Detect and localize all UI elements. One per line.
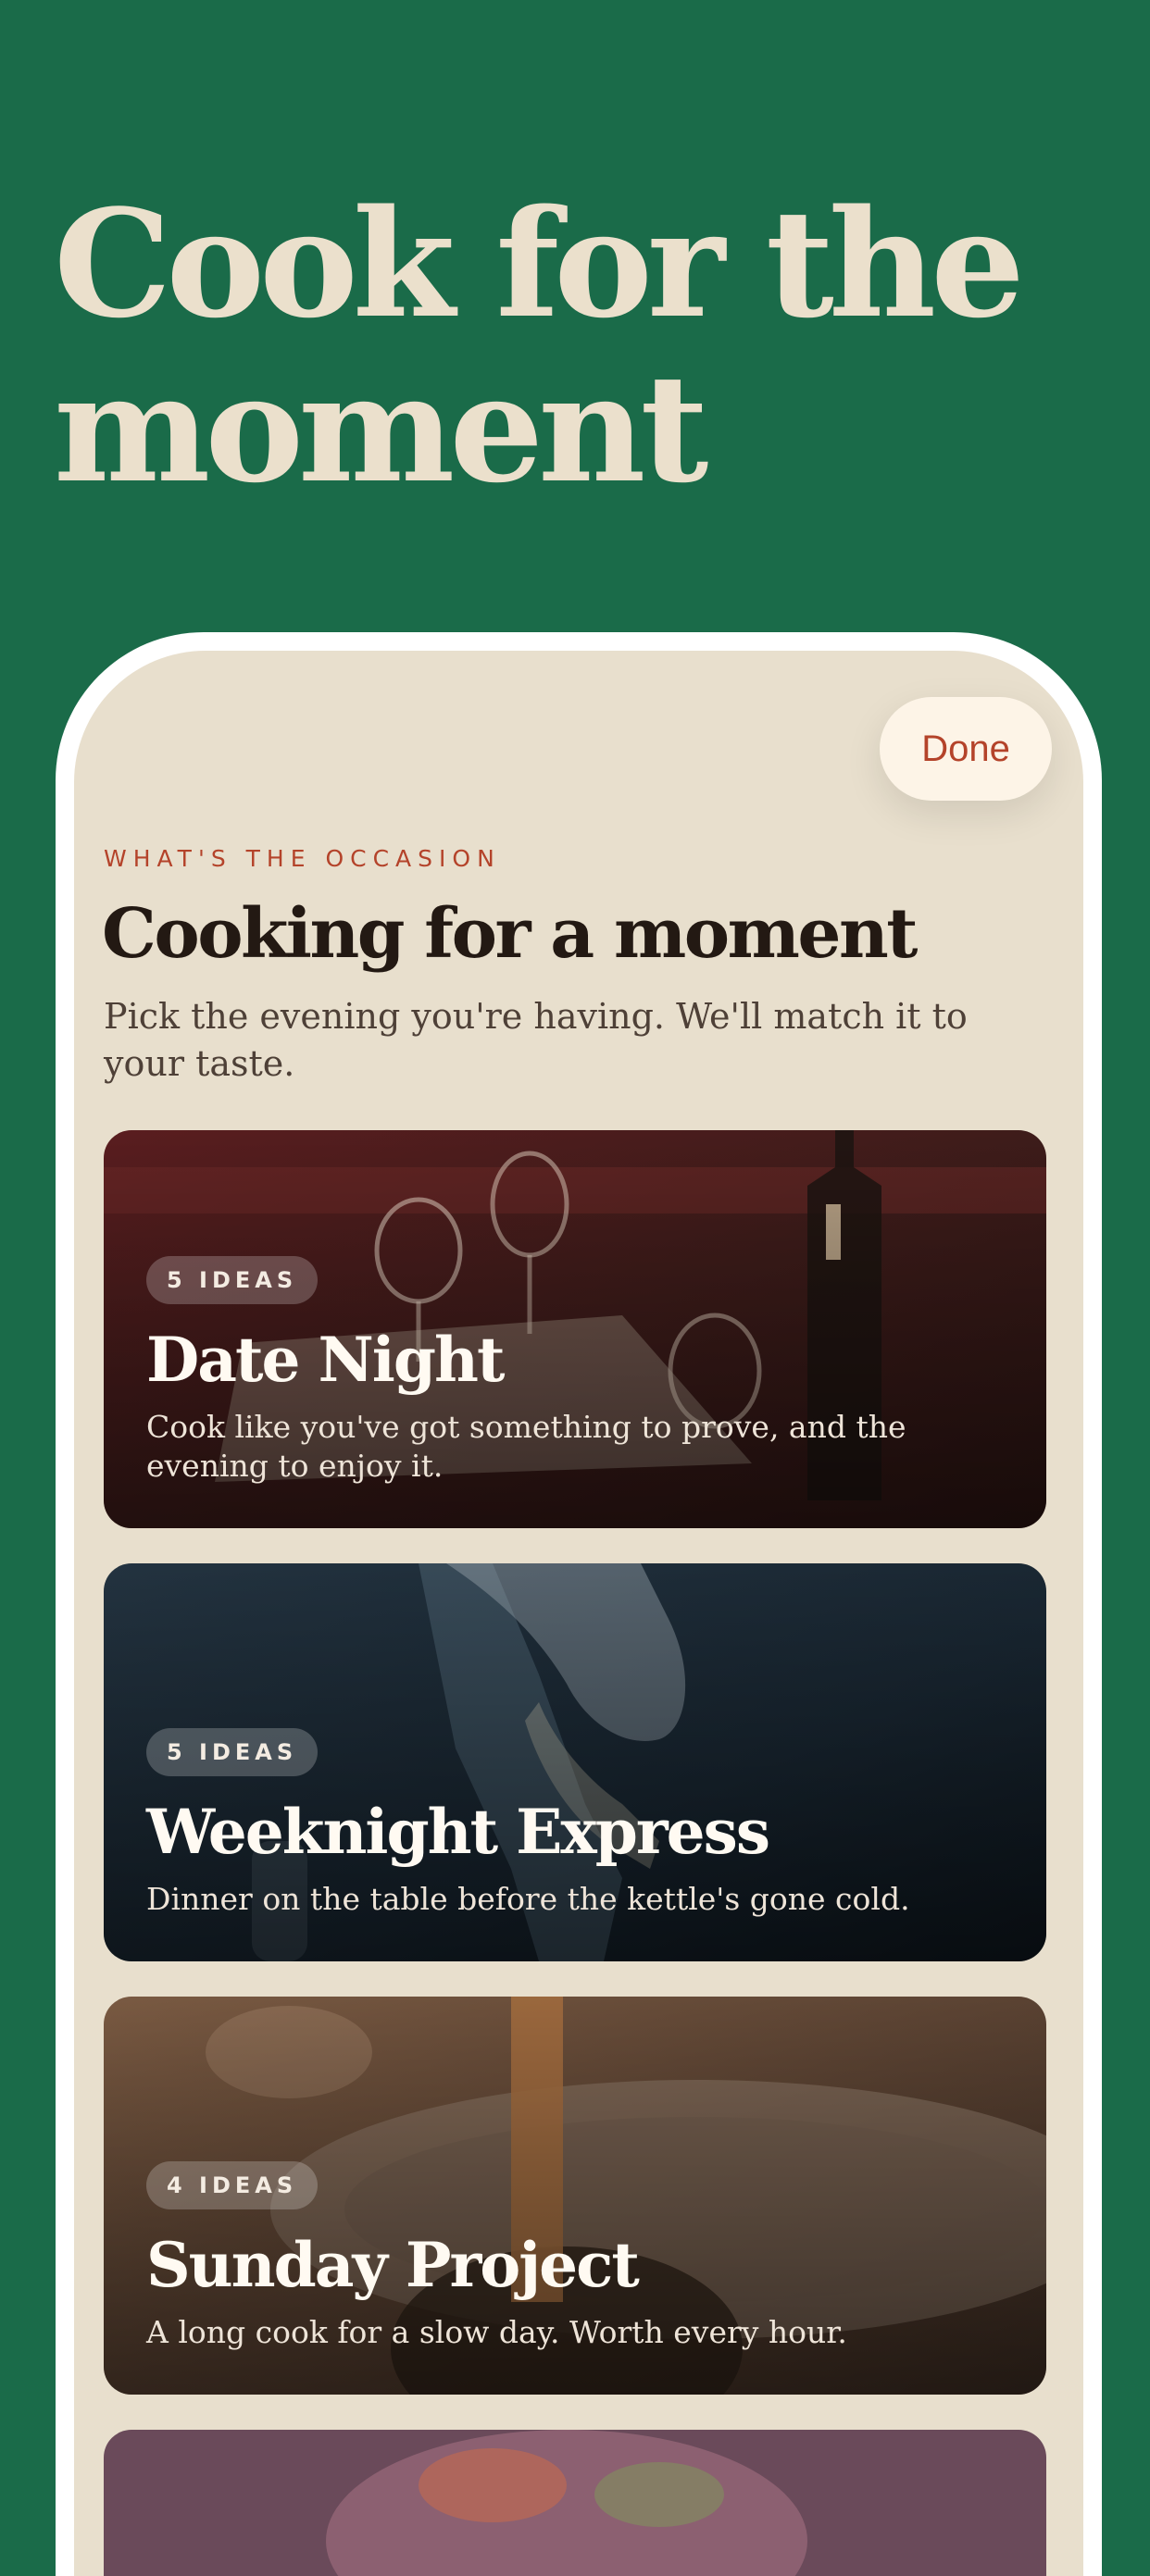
card-description: Dinner on the table before the kettle's …	[146, 1881, 910, 1917]
done-button[interactable]: Done	[880, 697, 1052, 801]
occasion-sheet: Done WHAT'S THE OCCASION Cooking for a m…	[74, 651, 1083, 2576]
occasion-card-date-night[interactable]: 5 IDEAS Date Night Cook like you've got …	[104, 1130, 1046, 1528]
card-description: A long cook for a slow day. Worth every …	[146, 2314, 847, 2350]
sheet-eyebrow: WHAT'S THE OCCASION	[104, 845, 501, 872]
ideas-count-badge: 5 IDEAS	[146, 1728, 319, 1776]
card-description: Cook like you've got something to prove,…	[146, 1409, 906, 1484]
occasion-card-next[interactable]	[104, 2430, 1046, 2576]
card-title: Sunday Project	[146, 2229, 640, 2301]
sheet-title: Cooking for a moment	[102, 894, 918, 974]
sheet-subtitle: Pick the evening you're having. We'll ma…	[104, 996, 968, 1084]
next-card-photo	[104, 2430, 1046, 2576]
occasion-card-weeknight-express[interactable]: 5 IDEAS Weeknight Express Dinner on the …	[104, 1563, 1046, 1961]
card-title: Date Night	[146, 1324, 505, 1396]
hero-title: Cook for the moment	[54, 177, 1025, 516]
card-title: Weeknight Express	[146, 1796, 770, 1868]
ideas-count-badge: 4 IDEAS	[146, 2161, 319, 2209]
occasion-card-sunday-project[interactable]: 4 IDEAS Sunday Project A long cook for a…	[104, 1997, 1046, 2395]
ideas-count-badge: 5 IDEAS	[146, 1256, 319, 1304]
phone-frame: Done WHAT'S THE OCCASION Cooking for a m…	[56, 632, 1102, 2576]
